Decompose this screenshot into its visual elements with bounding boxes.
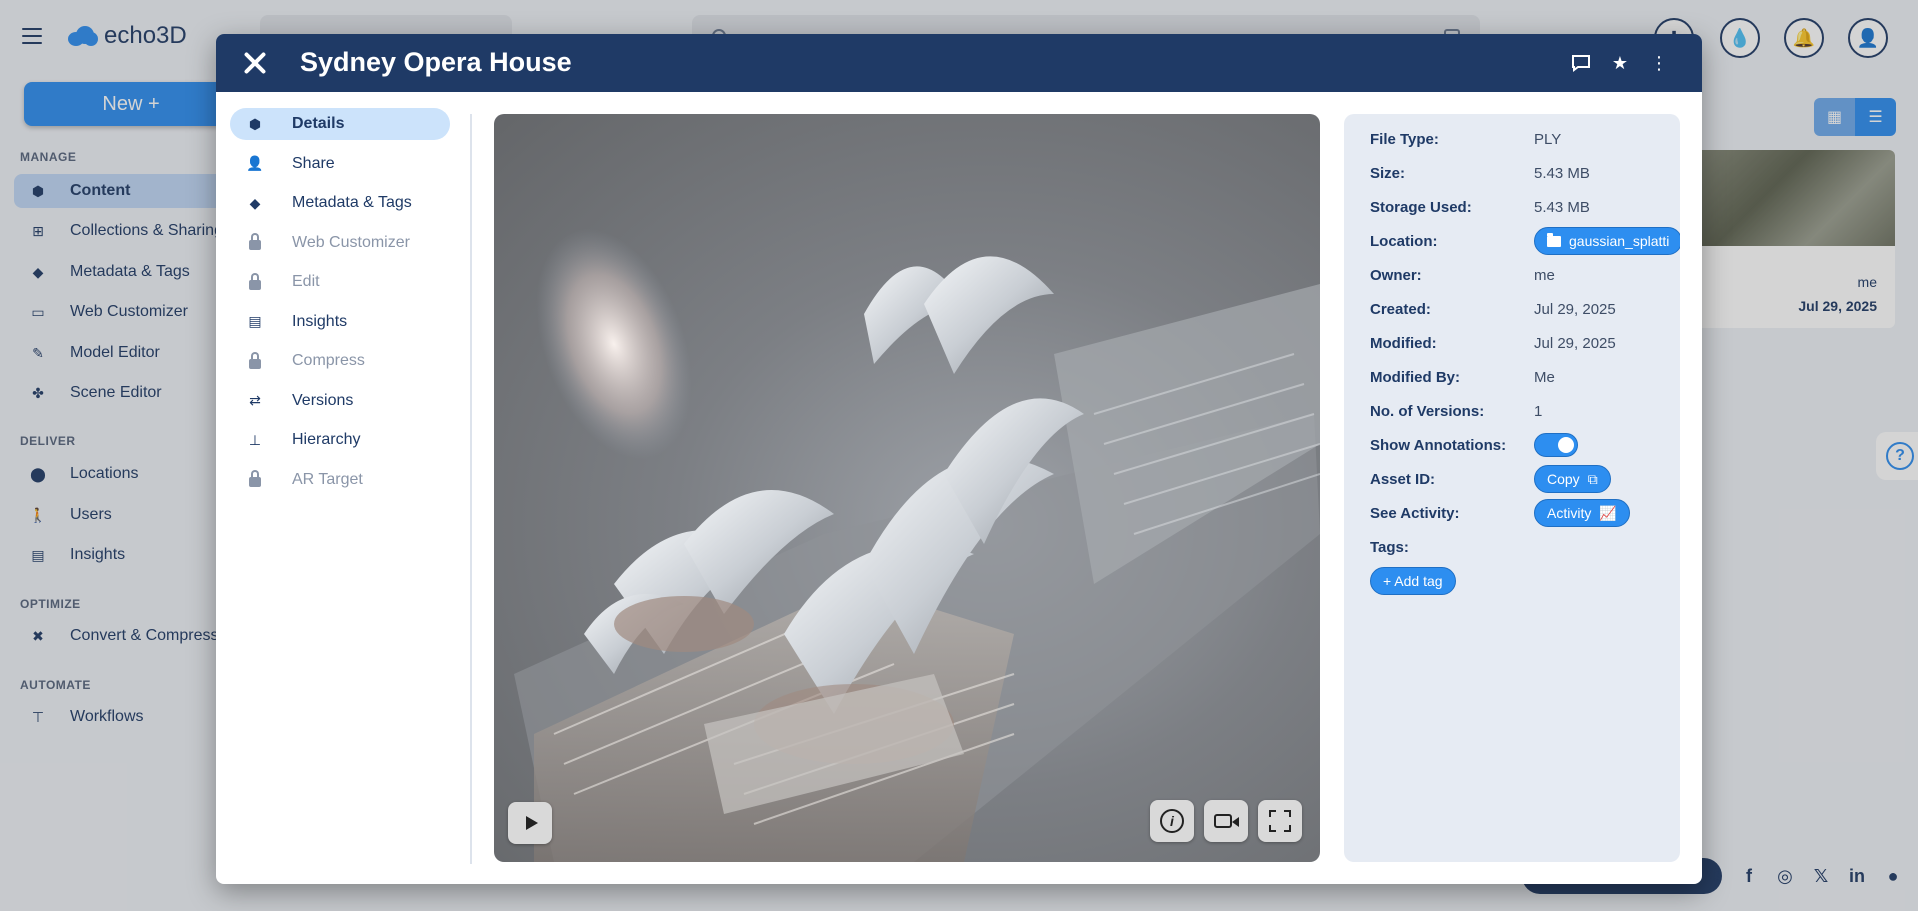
detail-owner: Owner: me: [1370, 264, 1555, 286]
activity-label: Activity: [1547, 505, 1592, 521]
detail-label: File Type:: [1370, 130, 1439, 148]
tab-metadata[interactable]: ◆ Metadata & Tags: [230, 187, 450, 219]
details-panel: File Type: PLY Size: 5.43 MB Storage Used:…: [1344, 114, 1680, 862]
fullscreen-button[interactable]: [1258, 800, 1302, 842]
tab-label: Metadata & Tags: [292, 194, 412, 211]
detail-tags: Tags:: [1370, 536, 1534, 558]
detail-label: See Activity:: [1370, 504, 1460, 522]
detail-activity: See Activity: Activity 📈: [1370, 499, 1630, 527]
versions-icon: ⇄: [249, 392, 261, 408]
line-chart-icon: 📈: [1599, 504, 1617, 521]
detail-value: 5.43 MB: [1534, 164, 1590, 182]
model-viewer[interactable]: i: [494, 114, 1320, 862]
play-icon: [525, 816, 538, 830]
tab-ar-target[interactable]: AR Target: [230, 464, 450, 496]
lock-icon: [246, 272, 264, 291]
tab-compress[interactable]: Compress: [230, 345, 450, 377]
detail-created: Created: Jul 29, 2025: [1370, 298, 1616, 320]
opera-house-render: [514, 228, 1320, 862]
detail-add-tag: + Add tag: [1370, 567, 1456, 595]
detail-value: me: [1534, 266, 1555, 284]
detail-label: Location:: [1370, 232, 1438, 250]
tag-icon: ◆: [249, 194, 261, 211]
detail-versions: No. of Versions: 1: [1370, 400, 1542, 422]
tab-label: AR Target: [292, 470, 363, 488]
detail-label: Modified By:: [1370, 368, 1460, 386]
add-user-icon: 👤: [246, 155, 264, 171]
tab-insights[interactable]: ▤ Insights: [230, 306, 450, 338]
tab-hierarchy[interactable]: ⊥ Hierarchy: [230, 424, 450, 456]
add-tag-button[interactable]: + Add tag: [1370, 567, 1456, 595]
fullscreen-icon: [1269, 810, 1291, 832]
detail-label: Storage Used:: [1370, 198, 1472, 216]
modal-title: Sydney Opera House: [300, 47, 572, 77]
detail-label: Modified:: [1370, 334, 1437, 352]
play-button[interactable]: [508, 802, 552, 844]
lock-icon: [246, 351, 264, 370]
detail-file-type: File Type: PLY: [1370, 128, 1561, 150]
detail-label: No. of Versions:: [1370, 402, 1485, 420]
close-icon[interactable]: [242, 50, 268, 76]
detail-location: Location: gaussian_splatti: [1370, 227, 1680, 255]
detail-value: Me: [1534, 368, 1555, 386]
video-camera-icon: [1214, 814, 1232, 828]
folder-icon: [1547, 232, 1561, 247]
detail-label: Created:: [1370, 300, 1431, 318]
tab-label: Edit: [292, 273, 320, 290]
detail-label: Tags:: [1370, 538, 1409, 556]
tab-versions[interactable]: ⇄ Versions: [230, 385, 450, 417]
star-icon[interactable]: ★: [1609, 52, 1631, 74]
detail-value: Jul 29, 2025: [1534, 300, 1616, 318]
annotations-toggle[interactable]: [1534, 433, 1578, 457]
copy-label: Copy: [1547, 471, 1580, 487]
detail-value: 1: [1534, 402, 1543, 420]
detail-asset-id: Asset ID: Copy ⧉: [1370, 465, 1611, 493]
detail-modified-by: Modified By: Me: [1370, 366, 1555, 388]
cube-icon: ⬢: [248, 115, 262, 132]
info-icon: i: [1160, 809, 1184, 833]
detail-label: Show Annotations:: [1370, 436, 1507, 454]
detail-label: Owner:: [1370, 266, 1422, 284]
detail-value: PLY: [1534, 130, 1562, 148]
detail-value: 5.43 MB: [1534, 198, 1590, 216]
info-button[interactable]: i: [1150, 800, 1194, 842]
copy-asset-id-button[interactable]: Copy ⧉: [1534, 465, 1611, 493]
detail-modified: Modified: Jul 29, 2025: [1370, 332, 1616, 354]
location-folder-button[interactable]: gaussian_splatti: [1534, 227, 1680, 255]
detail-label: Asset ID:: [1370, 470, 1436, 488]
activity-button[interactable]: Activity 📈: [1534, 499, 1630, 527]
asset-details-modal: Sydney Opera House ★ ⋮ ⬢ Details 👤 Share ◆…: [216, 34, 1702, 884]
modal-tabs: ⬢ Details 👤 Share ◆ Metadata & Tags Web Cus…: [230, 108, 450, 503]
tab-label: Details: [292, 115, 345, 132]
tabs-divider: [470, 114, 472, 864]
chart-icon: ▤: [248, 313, 262, 329]
comment-icon[interactable]: [1570, 52, 1592, 74]
detail-size: Size: 5.43 MB: [1370, 162, 1590, 184]
detail-storage: Storage Used: 5.43 MB: [1370, 196, 1590, 218]
more-options-icon[interactable]: ⋮: [1648, 52, 1670, 74]
tab-label: Hierarchy: [292, 431, 361, 448]
tab-share[interactable]: 👤 Share: [230, 148, 450, 180]
hierarchy-icon: ⊥: [248, 431, 262, 448]
location-value: gaussian_splatti: [1569, 233, 1670, 249]
lock-icon: [246, 233, 264, 252]
tab-label: Web Customizer: [292, 233, 410, 251]
tab-web-customizer[interactable]: Web Customizer: [230, 227, 450, 259]
detail-annotations: Show Annotations:: [1370, 433, 1578, 457]
tab-label: Share: [292, 154, 335, 172]
detail-label: Size:: [1370, 164, 1406, 182]
camera-button[interactable]: [1204, 800, 1248, 842]
tab-label: Versions: [292, 391, 354, 409]
tab-label: Compress: [292, 352, 365, 369]
tab-edit[interactable]: Edit: [230, 266, 450, 298]
copy-icon: ⧉: [1587, 470, 1598, 487]
tab-details[interactable]: ⬢ Details: [230, 108, 450, 140]
tab-label: Insights: [292, 312, 348, 330]
detail-value: Jul 29, 2025: [1534, 334, 1616, 352]
lock-icon: [246, 470, 264, 489]
modal-header: Sydney Opera House ★ ⋮: [216, 34, 1702, 92]
